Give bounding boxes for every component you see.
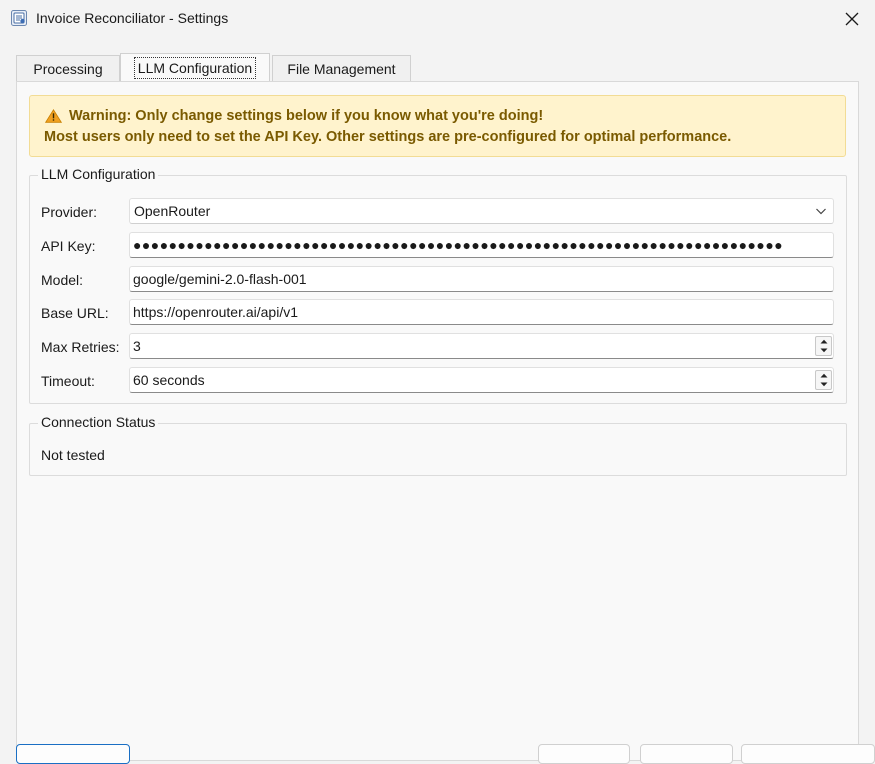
warning-banner: Warning: Only change settings below if y… bbox=[29, 95, 846, 157]
spin-up-icon[interactable] bbox=[816, 337, 831, 346]
api-key-field[interactable]: ●●●●●●●●●●●●●●●●●●●●●●●●●●●●●●●●●●●●●●●●… bbox=[129, 232, 834, 258]
spin-down-icon[interactable] bbox=[816, 380, 831, 389]
model-label: Model: bbox=[41, 272, 84, 288]
tab-file-management[interactable]: File Management bbox=[272, 55, 411, 81]
provider-label: Provider: bbox=[41, 204, 98, 220]
close-icon bbox=[845, 12, 859, 26]
api-key-label: API Key: bbox=[41, 238, 96, 254]
provider-select[interactable]: OpenRouter bbox=[129, 198, 834, 224]
timeout-value: 60 seconds bbox=[133, 372, 205, 388]
timeout-spinbox[interactable]: 60 seconds bbox=[129, 367, 834, 393]
model-value: google/gemini-2.0-flash-001 bbox=[133, 271, 307, 287]
base-url-field[interactable]: https://openrouter.ai/api/v1 bbox=[129, 299, 834, 325]
primary-action-button[interactable] bbox=[16, 744, 130, 764]
base-url-value: https://openrouter.ai/api/v1 bbox=[133, 304, 298, 320]
max-retries-spinbox[interactable]: 3 bbox=[129, 333, 834, 359]
llm-configuration-group-title: LLM Configuration bbox=[38, 166, 159, 182]
connection-status-group: Connection Status Not tested bbox=[29, 414, 847, 476]
warning-triangle-icon bbox=[44, 109, 63, 123]
window-title: Invoice Reconciliator - Settings bbox=[36, 10, 229, 26]
chevron-down-icon bbox=[816, 208, 826, 215]
timeout-spin-buttons[interactable] bbox=[815, 370, 832, 390]
spin-down-icon[interactable] bbox=[816, 346, 831, 355]
tab-llm-configuration[interactable]: LLM Configuration bbox=[120, 53, 270, 81]
dialog-button-3[interactable] bbox=[741, 744, 875, 764]
settings-window: Invoice Reconciliator - Settings Process… bbox=[0, 0, 875, 764]
max-retries-label: Max Retries: bbox=[41, 339, 120, 355]
base-url-label: Base URL: bbox=[41, 305, 109, 321]
tab-processing-label: Processing bbox=[33, 60, 103, 77]
connection-status-group-title: Connection Status bbox=[38, 414, 159, 430]
tab-processing[interactable]: Processing bbox=[16, 55, 120, 81]
app-icon bbox=[11, 10, 27, 26]
dialog-button-1[interactable] bbox=[538, 744, 630, 764]
model-field[interactable]: google/gemini-2.0-flash-001 bbox=[129, 266, 834, 292]
dialog-button-2[interactable] bbox=[640, 744, 733, 764]
title-bar: Invoice Reconciliator - Settings bbox=[0, 0, 875, 38]
max-retries-spin-buttons[interactable] bbox=[815, 336, 832, 356]
tab-llm-configuration-label: LLM Configuration bbox=[133, 56, 257, 79]
api-key-value: ●●●●●●●●●●●●●●●●●●●●●●●●●●●●●●●●●●●●●●●●… bbox=[133, 237, 784, 253]
connection-status-text: Not tested bbox=[41, 447, 105, 463]
spin-up-icon[interactable] bbox=[816, 371, 831, 380]
llm-configuration-group: LLM Configuration Provider: OpenRouter A… bbox=[29, 166, 847, 404]
timeout-label: Timeout: bbox=[41, 373, 95, 389]
close-button[interactable] bbox=[829, 0, 875, 38]
llm-configuration-panel: Warning: Only change settings below if y… bbox=[16, 81, 859, 761]
provider-value: OpenRouter bbox=[134, 203, 211, 219]
warning-message: Most users only need to set the API Key.… bbox=[44, 129, 732, 145]
max-retries-value: 3 bbox=[133, 338, 141, 354]
tab-file-management-label: File Management bbox=[287, 60, 396, 77]
warning-title: Warning: Only change settings below if y… bbox=[69, 108, 544, 124]
